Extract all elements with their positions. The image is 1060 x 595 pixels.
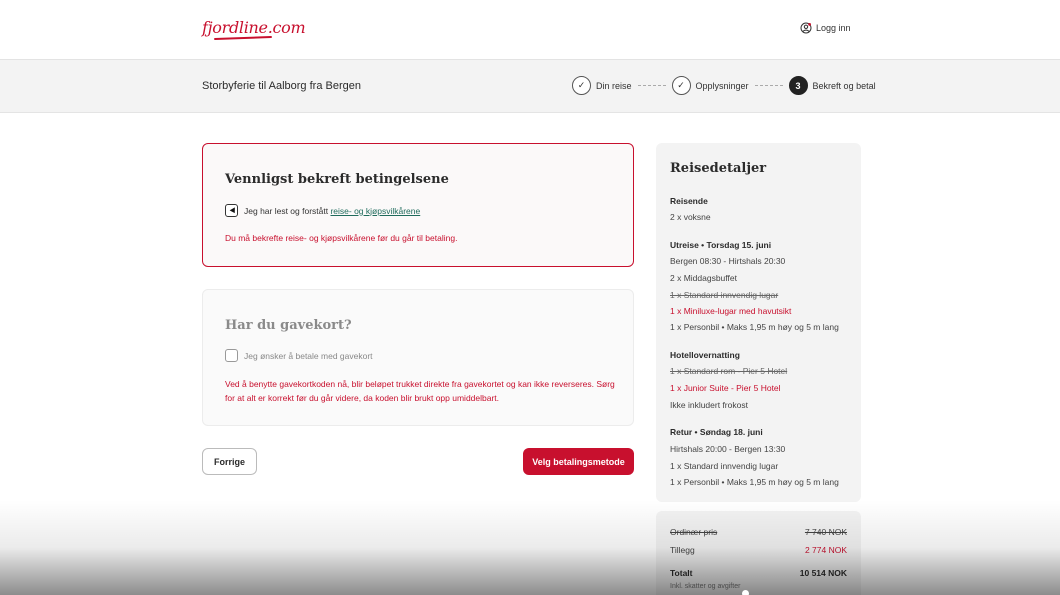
check-icon: ✓: [671, 76, 691, 95]
bottom-shadow-overlay: [0, 500, 1060, 595]
detail-line: 1 x Personbil • Maks 1,95 m høy og 5 m l…: [670, 477, 839, 487]
terms-link[interactable]: reise- og kjøpsvilkårene: [330, 206, 420, 216]
total-price-row: Totalt 10 514 NOK: [670, 568, 847, 578]
terms-checkbox-text: Jeg har lest og forstått: [244, 205, 331, 216]
detail-line: Retur • Søndag 18. juni: [670, 427, 763, 437]
user-circle-icon: [800, 22, 812, 34]
step-label: Opplysninger: [695, 80, 749, 91]
terms-checkbox-row: Jeg har lest og forstått reise- og kjøps…: [225, 204, 420, 217]
login-label: Logg inn: [816, 23, 851, 33]
detail-line: 1 x Junior Suite - Pier 5 Hotel: [670, 383, 781, 393]
details-title: Reisedetaljer: [670, 161, 767, 176]
mouse-cursor-icon: [229, 207, 238, 215]
detail-line: 1 x Standard rom - Pier 5 Hotel: [670, 366, 788, 376]
login-button[interactable]: Logg inn: [800, 22, 851, 34]
extra-price-label: Tillegg: [670, 545, 695, 555]
detail-line: 1 x Standard innvendig lugar: [670, 461, 779, 471]
detail-line: Ikke inkludert frokost: [670, 400, 748, 410]
step-opplysninger[interactable]: ✓ Opplysninger: [671, 76, 749, 95]
detail-line: 1 x Personbil • Maks 1,95 m høy og 5 m l…: [670, 322, 839, 332]
terms-title: Vennligst bekreft betingelsene: [225, 172, 449, 187]
price-summary: Ordinær pris 7 740 NOK Tillegg 2 774 NOK…: [656, 511, 861, 595]
trip-title: Storbyferie til Aalborg fra Bergen: [202, 80, 361, 92]
gift-card-checkbox[interactable]: [225, 349, 238, 362]
detail-line: Reisende: [670, 196, 708, 206]
detail-line: Hirtshals 20:00 - Bergen 13:30: [670, 444, 786, 454]
choose-payment-button[interactable]: Velg betalingsmetode: [523, 448, 634, 475]
gift-checkbox-row: Jeg ønsker å betale med gavekort: [225, 349, 373, 362]
top-bar: fjordline.com Logg inn: [0, 0, 1060, 60]
detail-line: 1 x Standard innvendig lugar: [670, 290, 779, 300]
step-label: Bekreft og betal: [812, 80, 876, 91]
terms-checkbox-label: Jeg har lest og forstått reise- og kjøps…: [244, 206, 420, 216]
total-price-note: Inkl. skatter og avgifter: [670, 583, 741, 590]
step-label: Din reise: [596, 80, 632, 91]
ordinary-price-value: 7 740 NOK: [804, 527, 847, 537]
ordinary-price-row: Ordinær pris 7 740 NOK: [670, 527, 847, 537]
terms-checkbox[interactable]: [225, 204, 238, 217]
step-din-reise[interactable]: ✓ Din reise: [572, 76, 632, 95]
total-price-value: 10 514 NOK: [799, 568, 847, 578]
check-icon: ✓: [572, 76, 591, 95]
extra-price-row: Tillegg 2 774 NOK: [670, 545, 847, 555]
ordinary-price-label: Ordinær pris: [670, 527, 718, 537]
total-price-label: Totalt: [670, 568, 693, 578]
detail-line: Utreise • Torsdag 15. juni: [670, 240, 772, 250]
previous-button[interactable]: Forrige: [202, 448, 257, 475]
gift-card-title: Har du gavekort?: [225, 318, 352, 333]
detail-line: Bergen 08:30 - Hirtshals 20:30: [670, 256, 786, 266]
step-number: 3: [788, 76, 808, 95]
progress-steps: ✓ Din reise ✓ Opplysninger 3 Bekreft og …: [572, 76, 876, 95]
step-divider: [637, 85, 666, 86]
detail-line: 1 x Miniluxe-lugar med havutsikt: [670, 306, 792, 316]
detail-line: 2 x voksne: [670, 212, 711, 222]
travel-details-panel: Reisedetaljer Reisende 2 x voksne Utreis…: [656, 143, 861, 502]
gift-checkbox-label: Jeg ønsker å betale med gavekort: [244, 350, 373, 361]
gift-card-info: Ved å benytte gavekortkoden nå, blir bel…: [225, 379, 615, 403]
extra-price-value: 2 774 NOK: [804, 545, 847, 555]
step-bekreft-og-betal: 3 Bekreft og betal: [788, 76, 876, 95]
fjordline-logo[interactable]: fjordline.com: [202, 18, 306, 37]
gift-card-section: Har du gavekort? Jeg ønsker å betale med…: [202, 289, 634, 426]
detail-line: 2 x Middagsbuffet: [670, 273, 737, 283]
scroll-indicator-dot: [742, 590, 749, 595]
booking-subheader: Storbyferie til Aalborg fra Bergen ✓ Din…: [0, 60, 1060, 113]
step-divider: [754, 85, 783, 86]
detail-line: Hotellovernatting: [670, 350, 740, 360]
terms-error-message: Du må bekrefte reise- og kjøpsvilkårene …: [225, 233, 458, 243]
terms-confirm-card: Vennligst bekreft betingelsene Jeg har l…: [202, 143, 634, 267]
